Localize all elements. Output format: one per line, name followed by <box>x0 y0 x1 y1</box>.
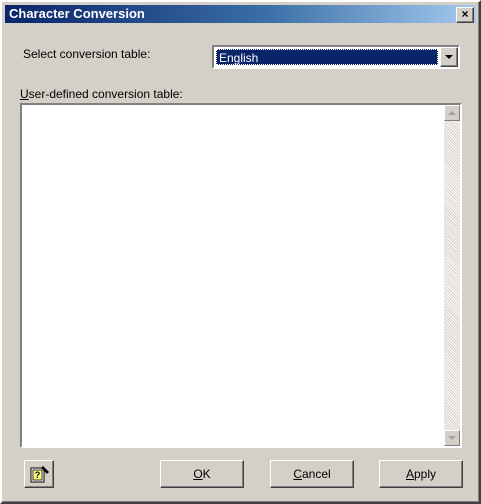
user-table-label: User-defined conversion table: <box>20 87 183 101</box>
window-title: Character Conversion <box>9 6 145 21</box>
apply-button[interactable]: Apply <box>379 460 463 488</box>
scroll-up-button[interactable] <box>444 105 460 121</box>
vertical-scrollbar[interactable] <box>444 105 460 446</box>
user-conversion-table-textarea[interactable] <box>20 103 462 448</box>
dropdown-button[interactable] <box>440 47 458 67</box>
ok-button[interactable]: OK <box>160 460 244 488</box>
title-bar[interactable]: Character Conversion × <box>5 5 476 23</box>
close-button[interactable]: × <box>456 7 474 23</box>
scroll-down-button[interactable] <box>444 430 460 446</box>
help-button[interactable]: ? <box>24 460 54 488</box>
character-conversion-dialog: Character Conversion × Select conversion… <box>0 0 481 504</box>
cancel-button[interactable]: Cancel <box>270 460 354 488</box>
select-table-label: Select conversion table: <box>23 47 151 61</box>
scroll-up-arrow-icon <box>448 111 456 115</box>
scroll-down-arrow-icon <box>448 436 456 440</box>
chevron-down-icon <box>445 55 453 59</box>
svg-text:?: ? <box>35 470 41 480</box>
conversion-table-value: English <box>216 49 438 65</box>
conversion-table-select[interactable]: English <box>212 45 460 69</box>
help-icon: ? <box>30 466 49 483</box>
close-icon: × <box>461 7 469 21</box>
